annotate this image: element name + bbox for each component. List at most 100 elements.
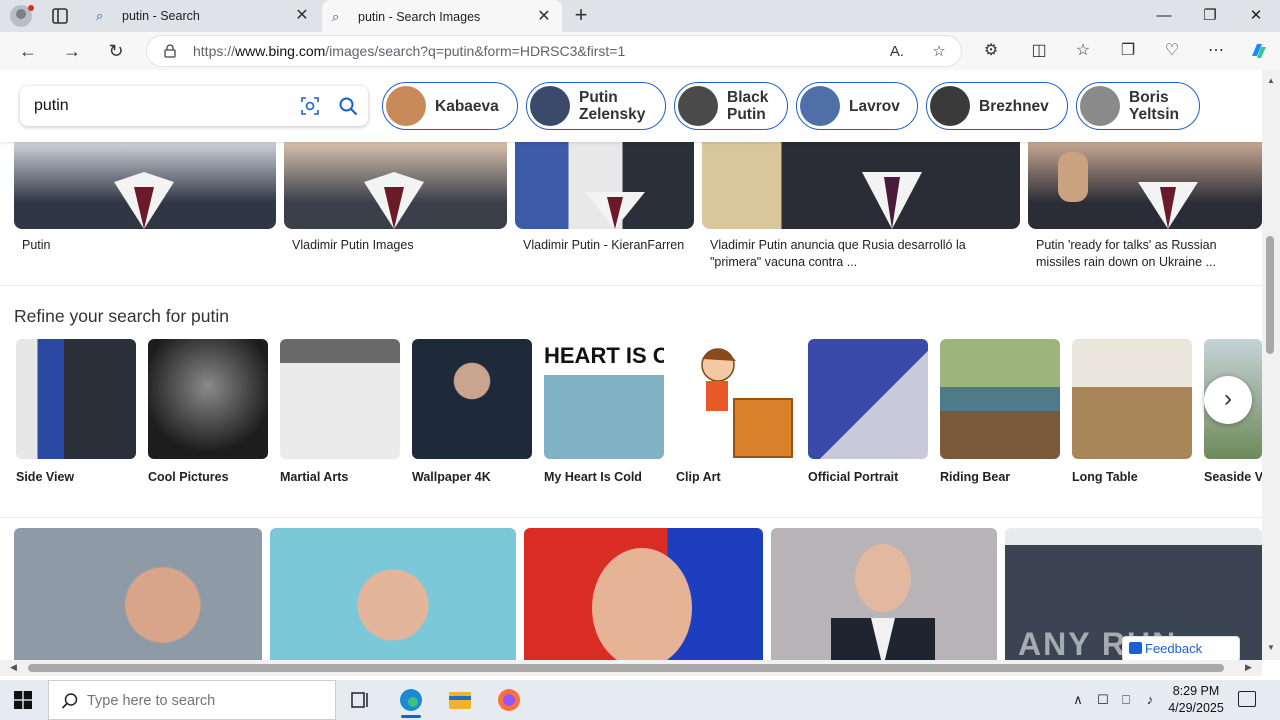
related-chip-lavrov[interactable]: Lavrov	[796, 82, 918, 130]
refine-section-title: Refine your search for putin	[14, 306, 229, 326]
refine-label[interactable]: Riding Bear	[940, 470, 1010, 484]
related-chip-black-putin[interactable]: Black Putin	[674, 82, 788, 130]
image-result-6[interactable]	[14, 528, 262, 660]
refine-cool-pictures[interactable]	[148, 339, 268, 459]
windows-start-icon[interactable]	[14, 691, 32, 709]
image-result-4[interactable]	[702, 142, 1020, 229]
refine-label[interactable]: Wallpaper 4K	[412, 470, 491, 484]
more-menu-icon[interactable]: ⋯	[1206, 41, 1226, 61]
address-bar[interactable]: https://www.bing.com/images/search?q=put…	[146, 35, 962, 67]
refine-long-table[interactable]	[1072, 339, 1192, 459]
chevron-up-icon[interactable]: ∧	[1070, 692, 1086, 708]
refine-label[interactable]: My Heart Is Cold	[544, 470, 642, 484]
chip-label: Kabaeva	[435, 97, 499, 115]
copilot-icon[interactable]	[1248, 40, 1270, 62]
image-result-2[interactable]	[284, 142, 507, 229]
image-result-8[interactable]	[524, 528, 763, 660]
result-caption[interactable]: Putin	[22, 237, 262, 254]
image-result-9[interactable]	[771, 528, 997, 660]
taskbar-search-input[interactable]	[87, 691, 317, 711]
taskbar-search-box[interactable]	[48, 680, 336, 720]
refine-label[interactable]: Seaside V	[1204, 470, 1262, 484]
tab-close-icon[interactable]: ✕	[294, 8, 310, 24]
tab-putin-search[interactable]: ⌕ putin - Search ✕	[86, 0, 320, 32]
feedback-button[interactable]: Feedback	[1122, 636, 1240, 660]
favorite-star-icon[interactable]: ☆	[929, 42, 949, 62]
file-explorer-taskbar-icon[interactable]	[440, 684, 480, 718]
taskbar-clock[interactable]: 8:29 PM 4/29/2025	[1162, 683, 1230, 717]
lock-icon[interactable]	[163, 44, 177, 58]
refine-label[interactable]: Long Table	[1072, 470, 1138, 484]
chip-label: Lavrov	[849, 97, 900, 115]
image-result-5[interactable]	[1028, 142, 1262, 229]
restore-icon[interactable]: ❐	[1187, 0, 1233, 32]
section-divider	[0, 285, 1262, 286]
vertical-scroll-thumb[interactable]	[1266, 236, 1274, 354]
refine-my-heart-is-cold[interactable]: HEART IS CO	[544, 339, 664, 459]
related-chip-boris-yeltsin[interactable]: Boris Yeltsin	[1076, 82, 1200, 130]
related-chip-putin-zelensky[interactable]: Putin Zelensky	[526, 82, 666, 130]
clip-art-thumbnail	[701, 348, 793, 458]
network-icon[interactable]: ⎕	[1118, 692, 1134, 708]
firefox-taskbar-icon[interactable]	[489, 684, 529, 718]
notifications-icon[interactable]	[1238, 691, 1256, 707]
tab-putin-search-images[interactable]: ⌕ putin - Search Images ✕	[322, 0, 562, 34]
refine-label[interactable]: Side View	[16, 470, 74, 484]
refine-wallpaper-4k[interactable]	[412, 339, 532, 459]
refine-label[interactable]: Cool Pictures	[148, 470, 229, 484]
refresh-icon[interactable]: ↻	[104, 39, 128, 63]
search-icon[interactable]	[338, 96, 358, 116]
tab-close-icon[interactable]: ✕	[536, 9, 552, 25]
volume-icon[interactable]: ♪	[1142, 692, 1158, 708]
refine-riding-bear[interactable]	[940, 339, 1060, 459]
refine-clip-art[interactable]	[676, 339, 796, 459]
related-chip-brezhnev[interactable]: Brezhnev	[926, 82, 1068, 130]
result-thumbnail	[592, 548, 692, 660]
image-result-3[interactable]	[515, 142, 694, 229]
forward-icon[interactable]: →	[60, 39, 84, 63]
scroll-right-icon[interactable]: ▶	[1245, 662, 1252, 673]
browser-essentials-icon[interactable]: ♡	[1162, 41, 1182, 61]
tab-strip: ⌕ putin - Search ✕ ⌕ putin - Search Imag…	[0, 0, 1280, 34]
split-screen-icon[interactable]: ◫	[1029, 41, 1049, 61]
refine-martial-arts[interactable]	[280, 339, 400, 459]
chip-label: Boris Yeltsin	[1129, 89, 1179, 123]
refine-label[interactable]: Martial Arts	[280, 470, 348, 484]
vertical-scrollbar[interactable]: ▲ ▼	[1262, 70, 1280, 660]
chip-avatar	[678, 86, 718, 126]
result-caption[interactable]: Putin 'ready for talks' as Russian missi…	[1036, 237, 1258, 271]
back-icon[interactable]: ←	[16, 39, 40, 63]
close-window-icon[interactable]: ✕	[1233, 0, 1279, 32]
carousel-next-button[interactable]: ›	[1204, 376, 1252, 424]
tab-actions-icon[interactable]	[50, 6, 70, 26]
refine-official-portrait[interactable]	[808, 339, 928, 459]
result-caption[interactable]: Vladimir Putin Images	[292, 237, 502, 254]
image-result-7[interactable]	[270, 528, 516, 660]
navigation-bar: ← → ↻ https://www.bing.com/images/search…	[0, 32, 1280, 70]
refine-side-view[interactable]	[16, 339, 136, 459]
device-icon[interactable]: ☐	[1095, 692, 1111, 708]
url-text[interactable]: https://www.bing.com/images/search?q=put…	[193, 43, 625, 59]
result-caption[interactable]: Vladimir Putin - KieranFarren	[523, 237, 698, 254]
minimize-icon[interactable]: —	[1141, 0, 1187, 32]
read-aloud-icon[interactable]: A.	[887, 42, 907, 62]
image-result-1[interactable]	[14, 142, 276, 229]
collections-icon[interactable]: ❐	[1118, 41, 1138, 61]
scroll-down-icon[interactable]: ▼	[1267, 643, 1275, 652]
result-caption[interactable]: Vladimir Putin anuncia que Rusia desarro…	[710, 237, 1010, 271]
new-tab-icon[interactable]: +	[570, 4, 592, 27]
search-input[interactable]	[34, 95, 284, 117]
refine-label[interactable]: Clip Art	[676, 470, 721, 484]
refine-label[interactable]: Official Portrait	[808, 470, 898, 484]
scroll-left-icon[interactable]: ◀	[10, 662, 17, 673]
horizontal-scrollbar[interactable]: ◀ ▶	[0, 660, 1262, 676]
visual-search-icon[interactable]	[300, 96, 320, 116]
horizontal-scroll-thumb[interactable]	[28, 664, 1224, 672]
scroll-up-icon[interactable]: ▲	[1267, 76, 1275, 85]
search-box	[20, 86, 368, 126]
edge-taskbar-icon[interactable]	[391, 684, 431, 718]
related-chip-kabaeva[interactable]: Kabaeva	[382, 82, 518, 130]
extensions-icon[interactable]: ⚙	[981, 41, 1001, 61]
favorites-icon[interactable]: ☆	[1073, 41, 1093, 61]
task-view-icon[interactable]	[340, 684, 380, 718]
